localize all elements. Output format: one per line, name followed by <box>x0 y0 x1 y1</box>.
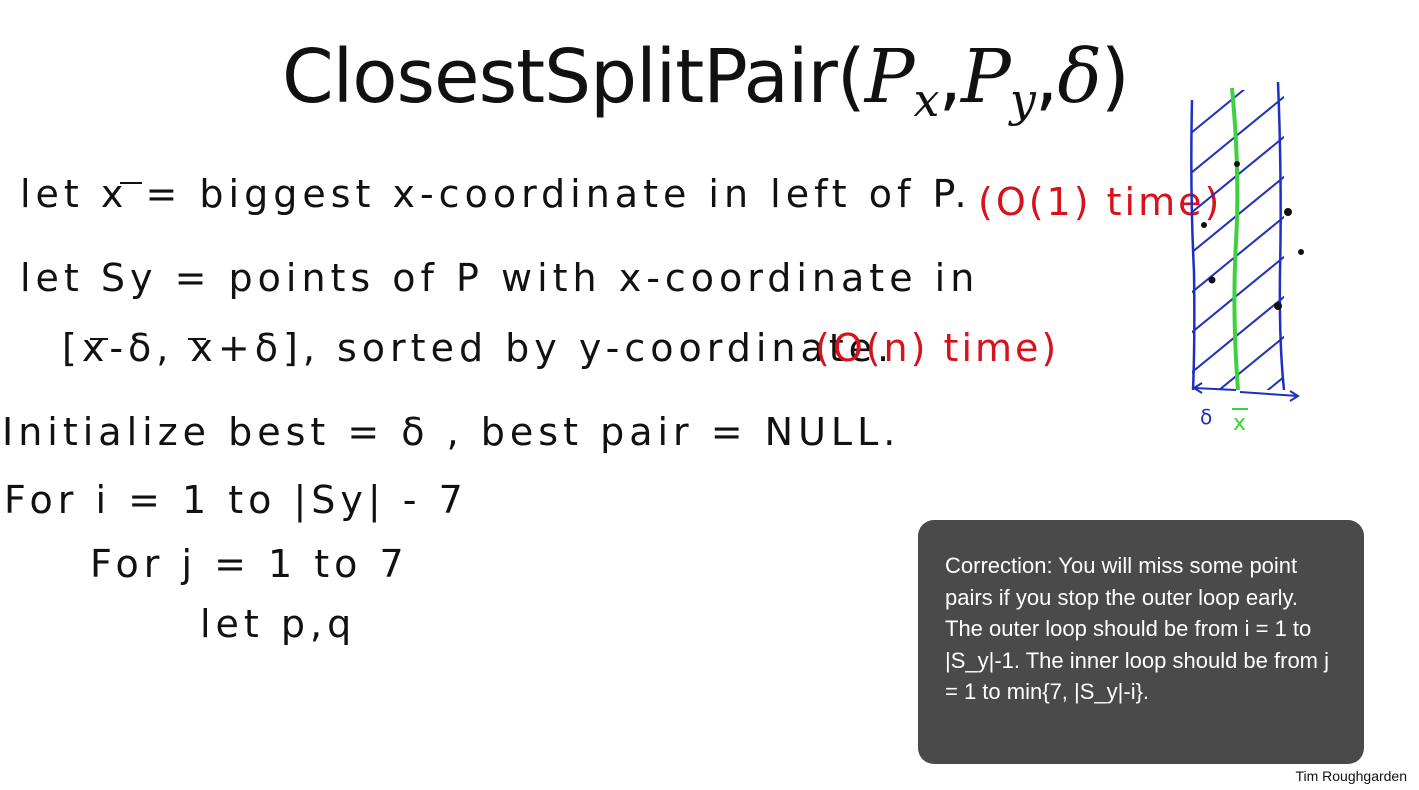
correction-text: Correction: You will miss some point pai… <box>945 553 1330 704</box>
title-comma-1: , <box>938 34 963 120</box>
title-arg-delta: δ <box>1057 34 1102 120</box>
handwritten-line-6: For j = 1 to 7 <box>90 542 409 586</box>
title-sub-y: y <box>1009 73 1036 127</box>
xbar-overline-2 <box>90 338 108 340</box>
correction-callout: Correction: You will miss some point pai… <box>918 520 1364 764</box>
title-sub-x: x <box>913 73 940 127</box>
median-line-xbar <box>1230 87 1240 391</box>
title-open-paren: ( <box>836 34 866 120</box>
title-comma-2: , <box>1034 34 1059 120</box>
delta-label: δ <box>1200 405 1212 429</box>
handwritten-line-4: Initialize best = δ , best pair = NULL. <box>2 410 901 454</box>
strip-points <box>1201 161 1304 310</box>
xbar-label: x <box>1233 411 1246 436</box>
title-arg-py: P <box>961 34 1011 120</box>
title-arg-px: P <box>864 34 915 120</box>
xbar-overline-1 <box>120 182 142 184</box>
slide-title: ClosestSplitPair(Px,Py,δ) <box>282 34 1130 127</box>
handwritten-line-2: let Sy = points of P with x-coordinate i… <box>20 256 980 300</box>
xbar-overline-3 <box>188 338 206 340</box>
split-strip-figure: δ x <box>1190 81 1304 436</box>
handwritten-note-on-time: (O(n) time) <box>815 326 1060 370</box>
strip-right-boundary <box>1276 81 1286 391</box>
handwritten-line-7: let p,q <box>200 602 357 646</box>
strip-left-boundary <box>1190 99 1196 391</box>
handwritten-line-5: For i = 1 to |Sy| - 7 <box>4 478 468 522</box>
handwritten-line-3: [x-δ, x+δ], sorted by y-coordinate. <box>62 326 895 370</box>
title-close-paren: ) <box>1100 34 1130 120</box>
author-credit: Tim Roughgarden <box>1295 768 1407 784</box>
handwritten-line-1: let x = biggest x-coordinate in left of … <box>20 172 972 216</box>
title-function-name: ClosestSplitPair <box>282 34 838 120</box>
